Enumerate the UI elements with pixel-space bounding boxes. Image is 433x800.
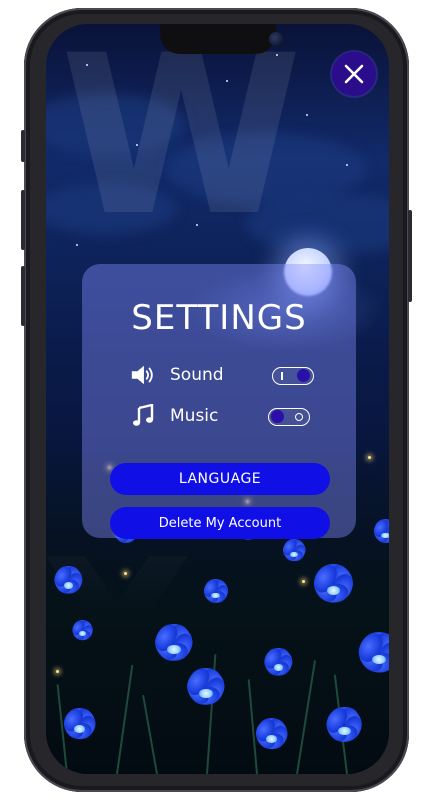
speaker-icon xyxy=(130,362,156,388)
flower xyxy=(176,665,236,716)
flower-center xyxy=(338,726,351,736)
sound-label: Sound xyxy=(170,365,224,385)
music-label: Music xyxy=(170,406,219,426)
toggle-knob xyxy=(271,410,284,423)
delete-account-button[interactable]: Delete My Account xyxy=(110,507,330,539)
close-button[interactable] xyxy=(332,52,376,96)
flower-center xyxy=(265,735,278,743)
front-camera xyxy=(269,32,283,46)
flower xyxy=(316,704,373,752)
firefly xyxy=(124,572,127,575)
flower xyxy=(66,618,99,646)
notch xyxy=(160,24,283,54)
flower-center xyxy=(73,725,86,733)
app-screen: W X G SETTINGS xyxy=(46,24,389,774)
sound-toggle[interactable] xyxy=(272,367,314,385)
flower xyxy=(246,715,297,758)
flower xyxy=(366,517,389,550)
side-button-mute xyxy=(21,130,25,162)
flower xyxy=(302,561,365,614)
flower-center xyxy=(199,689,213,699)
flower xyxy=(276,537,312,568)
flower-center xyxy=(381,532,389,539)
language-button[interactable]: LANGUAGE xyxy=(110,463,330,495)
side-button-volume-up xyxy=(21,190,25,250)
flower xyxy=(256,646,301,684)
watermark-letter: W xyxy=(60,24,303,264)
toggle-on-mark xyxy=(281,371,283,380)
grass-blade xyxy=(116,664,134,774)
star xyxy=(306,114,308,116)
flower xyxy=(196,577,235,610)
flower xyxy=(54,705,105,748)
close-icon xyxy=(344,64,364,84)
side-button-volume-down xyxy=(21,266,25,326)
firefly xyxy=(56,670,59,673)
toggle-knob xyxy=(297,369,310,382)
flower-center xyxy=(273,664,284,671)
music-note-icon xyxy=(130,403,156,429)
music-toggle[interactable] xyxy=(268,408,310,426)
flower xyxy=(346,628,389,684)
flower-center xyxy=(63,582,74,589)
settings-panel: SETTINGS Sound Music LANGUAGE Delete My … xyxy=(82,264,356,539)
flower xyxy=(144,621,204,672)
star xyxy=(346,164,348,166)
side-button-power xyxy=(408,210,412,302)
firefly xyxy=(368,456,371,459)
flower xyxy=(46,564,91,602)
settings-title: SETTINGS xyxy=(131,298,307,338)
toggle-off-mark xyxy=(295,412,303,421)
flower-center xyxy=(167,645,181,655)
grass-blade xyxy=(142,695,158,774)
